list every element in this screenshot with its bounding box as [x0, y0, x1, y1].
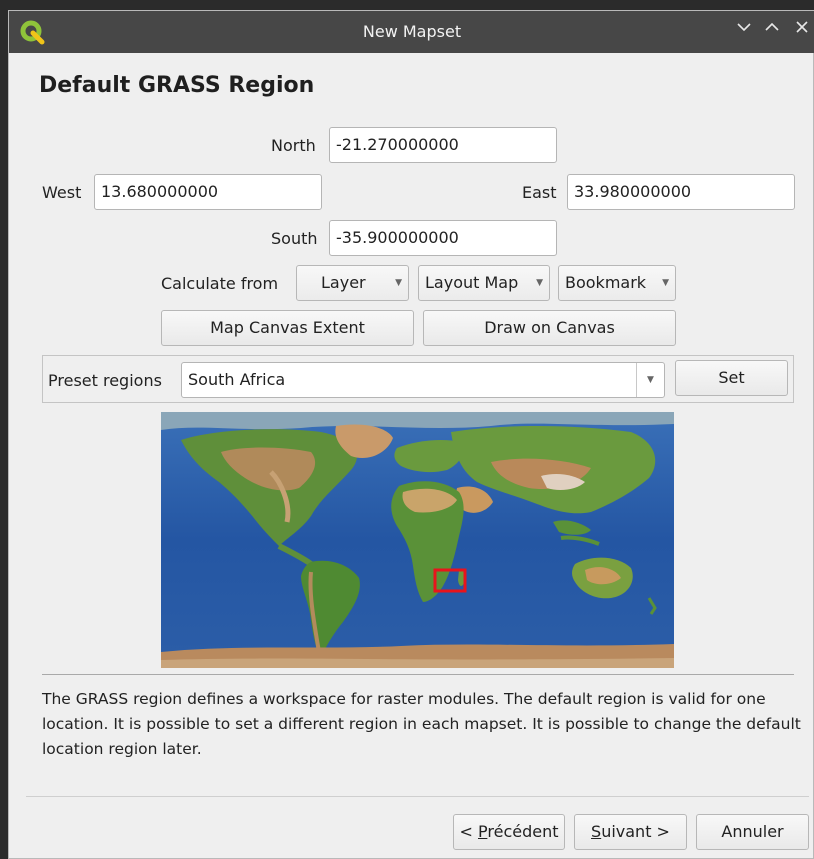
draw-on-canvas-button[interactable]: Draw on Canvas	[423, 310, 676, 346]
calculate-from-label: Calculate from	[161, 274, 279, 293]
close-icon[interactable]	[791, 19, 813, 41]
preset-regions-label: Preset regions	[48, 371, 162, 390]
footer-divider	[26, 796, 809, 797]
bookmark-dropdown[interactable]: Bookmark ▼	[558, 265, 676, 301]
west-field[interactable]: 13.680000000	[94, 174, 322, 210]
dropdown-arrow-icon: ▼	[536, 278, 543, 288]
next-button[interactable]: Suivant >	[574, 814, 687, 850]
preset-regions-dropdown[interactable]: South Africa ▼	[181, 362, 665, 398]
chevron-down-icon[interactable]	[733, 19, 755, 41]
dropdown-arrow-icon: ▼	[636, 363, 664, 397]
south-label: South	[271, 229, 318, 248]
layout-map-dropdown-label: Layout Map	[425, 273, 519, 292]
region-description: The GRASS region defines a workspace for…	[42, 690, 801, 758]
title-bar[interactable]: New Mapset	[9, 11, 814, 53]
back-button[interactable]: < Précédent	[453, 814, 565, 850]
bookmark-dropdown-label: Bookmark	[565, 273, 647, 292]
east-label: East	[522, 183, 557, 202]
south-field[interactable]: -35.900000000	[329, 220, 557, 256]
east-field[interactable]: 33.980000000	[567, 174, 795, 210]
back-button-prefix: <	[459, 822, 478, 841]
next-button-mnemonic: S	[591, 822, 602, 841]
new-mapset-dialog: New Mapset Default GRASS Region North -2…	[8, 10, 814, 859]
chevron-up-icon[interactable]	[761, 19, 783, 41]
back-button-rest: récédent	[487, 822, 559, 841]
north-label: North	[271, 136, 316, 155]
layout-map-dropdown[interactable]: Layout Map ▼	[418, 265, 550, 301]
next-button-rest: uivant >	[601, 822, 670, 841]
divider	[42, 674, 794, 675]
dropdown-arrow-icon: ▼	[662, 278, 669, 288]
back-button-mnemonic: P	[478, 822, 488, 841]
page-title: Default GRASS Region	[39, 73, 315, 98]
west-label: West	[42, 183, 82, 202]
layer-dropdown[interactable]: Layer ▼	[296, 265, 409, 301]
layer-dropdown-label: Layer	[321, 273, 366, 292]
north-field[interactable]: -21.270000000	[329, 127, 557, 163]
preset-regions-selected: South Africa	[188, 370, 286, 389]
set-button[interactable]: Set	[675, 360, 788, 396]
world-map-image	[161, 412, 674, 668]
dropdown-arrow-icon: ▼	[395, 278, 402, 288]
cancel-button[interactable]: Annuler	[696, 814, 809, 850]
map-canvas-extent-button[interactable]: Map Canvas Extent	[161, 310, 414, 346]
window-title: New Mapset	[362, 22, 462, 41]
region-map[interactable]	[161, 412, 674, 668]
